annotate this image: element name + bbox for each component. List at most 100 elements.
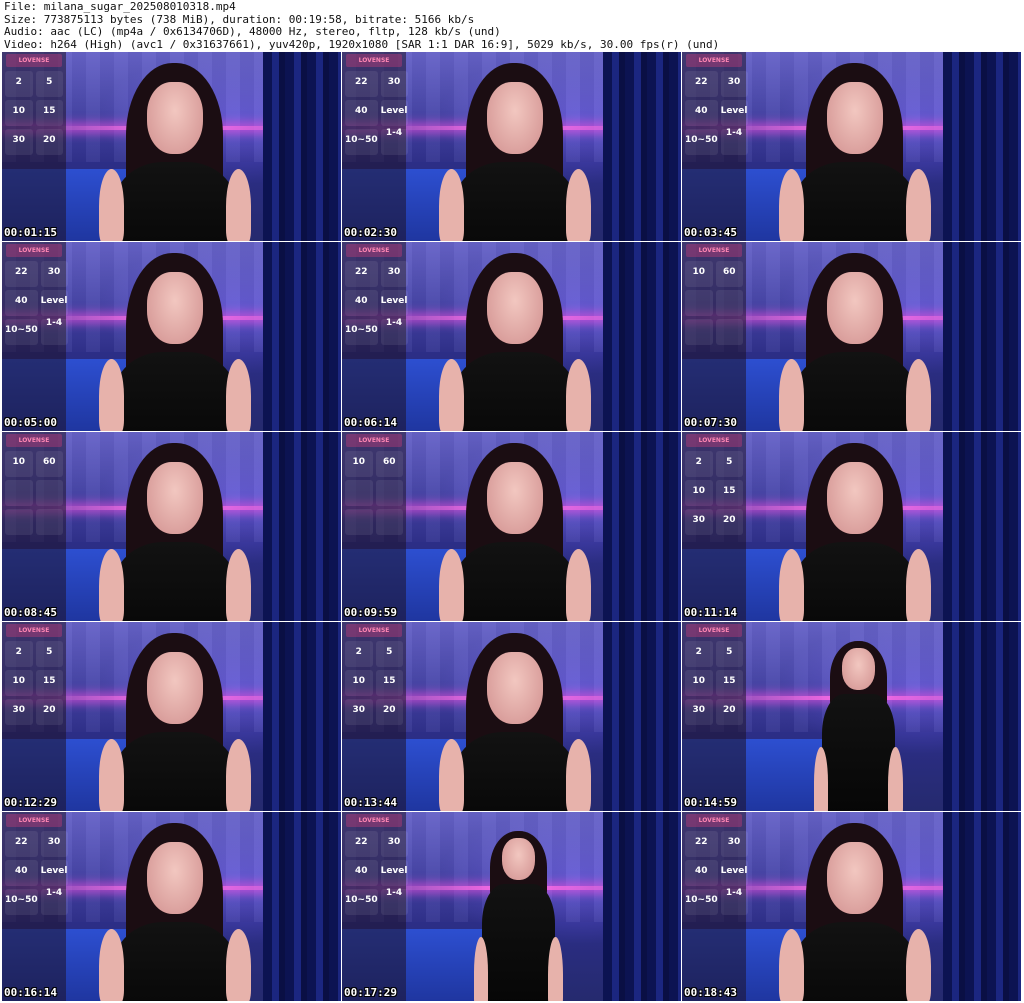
tip-tile: 22 bbox=[5, 831, 38, 857]
tip-tile: 20 bbox=[715, 699, 743, 725]
file-info-header: File: milana_sugar_202508010318.mp4 Size:… bbox=[4, 0, 1020, 51]
tip-menu-overlay: LOVENSE 22 30 40 Level 1-4 10~50 bbox=[682, 812, 748, 1001]
video-thumbnail[interactable]: LOVENSE 22 30 40 Level 1-4 10~50 00:17:29 bbox=[342, 812, 681, 1001]
tip-tile: 30 bbox=[40, 831, 68, 857]
tip-tile: 20 bbox=[715, 509, 743, 535]
tip-tile: 20 bbox=[35, 699, 63, 725]
overlay-brand: LOVENSE bbox=[6, 624, 62, 637]
thumbnail-timestamp: 00:11:14 bbox=[684, 606, 737, 619]
tip-tile bbox=[35, 509, 63, 535]
overlay-brand: LOVENSE bbox=[686, 434, 742, 447]
tip-tile: 30 bbox=[380, 831, 408, 857]
person-figure bbox=[98, 63, 251, 241]
overlay-brand: LOVENSE bbox=[346, 814, 402, 827]
tip-tile: 10 bbox=[345, 451, 373, 477]
tip-menu-overlay: LOVENSE 22 30 40 Level 1-4 10~50 bbox=[342, 52, 408, 241]
video-thumbnail[interactable]: LOVENSE 22 30 40 Level 1-4 10~50 00:06:14 bbox=[342, 242, 681, 431]
tip-tile: 30 bbox=[40, 261, 68, 287]
thumbnail-timestamp: 00:16:14 bbox=[4, 986, 57, 999]
video-thumbnail[interactable]: LOVENSE 22 30 40 Level 1-4 10~50 00:18:43 bbox=[682, 812, 1021, 1001]
thumbnail-timestamp: 00:06:14 bbox=[344, 416, 397, 429]
thumbnail-timestamp: 00:12:29 bbox=[4, 796, 57, 809]
video-info-line: Video: h264 (High) (avc1 / 0x31637661), … bbox=[4, 37, 720, 51]
tip-tile: 15 bbox=[715, 480, 743, 506]
tip-menu-overlay: LOVENSE 10 60 bbox=[682, 242, 746, 431]
video-thumbnail[interactable]: LOVENSE 10 60 00:07:30 bbox=[682, 242, 1021, 431]
tip-tile: 40 bbox=[685, 100, 718, 126]
video-thumbnail[interactable]: LOVENSE 22 30 40 Level 1-4 10~50 00:03:45 bbox=[682, 52, 1021, 241]
thumbnail-timestamp: 00:09:59 bbox=[344, 606, 397, 619]
thumbnail-timestamp: 00:05:00 bbox=[4, 416, 57, 429]
video-thumbnail[interactable]: LOVENSE 2 5 10 15 30 20 00:13:44 bbox=[342, 622, 681, 811]
tip-tile: 30 bbox=[685, 699, 713, 725]
tip-tile: 15 bbox=[715, 670, 743, 696]
tip-menu-overlay: LOVENSE 2 5 10 15 30 20 bbox=[682, 432, 746, 621]
file-name-line: File: milana_sugar_202508010318.mp4 bbox=[4, 0, 236, 13]
tip-tile: 30 bbox=[380, 261, 408, 287]
tip-tile: 2 bbox=[5, 71, 33, 97]
video-thumbnail[interactable]: LOVENSE 10 60 00:08:45 bbox=[2, 432, 341, 621]
video-thumbnail[interactable]: LOVENSE 10 60 00:09:59 bbox=[342, 432, 681, 621]
thumbnail-timestamp: 00:13:44 bbox=[344, 796, 397, 809]
overlay-brand: LOVENSE bbox=[6, 434, 62, 447]
tip-tile bbox=[345, 480, 373, 506]
tip-tile: 2 bbox=[345, 641, 373, 667]
overlay-brand: LOVENSE bbox=[346, 54, 402, 67]
tip-tile: 40 bbox=[345, 290, 378, 316]
video-thumbnail[interactable]: LOVENSE 2 5 10 15 30 20 00:14:59 bbox=[682, 622, 1021, 811]
overlay-brand: LOVENSE bbox=[6, 814, 62, 827]
tip-tile: 5 bbox=[35, 641, 63, 667]
tip-tile: 10 bbox=[685, 670, 713, 696]
tip-menu-overlay: LOVENSE 22 30 40 Level 1-4 10~50 bbox=[342, 242, 408, 431]
video-thumbnail[interactable]: LOVENSE 22 30 40 Level 1-4 10~50 00:05:00 bbox=[2, 242, 341, 431]
thumbnail-timestamp: 00:18:43 bbox=[684, 986, 737, 999]
person-figure bbox=[438, 63, 591, 241]
tip-tile: Level 1-4 bbox=[380, 290, 408, 328]
tip-tile: 10~50 bbox=[5, 889, 38, 915]
tip-tile bbox=[375, 480, 403, 506]
tip-tile bbox=[685, 290, 713, 316]
thumbnail-grid: LOVENSE 2 5 10 15 30 20 00:01:15 LOVENSE 22 30 40 L… bbox=[2, 52, 1022, 1002]
video-thumbnail[interactable]: LOVENSE 2 5 10 15 30 20 00:11:14 bbox=[682, 432, 1021, 621]
tip-tile: Level 1-4 bbox=[720, 860, 748, 898]
person-figure bbox=[98, 253, 251, 431]
video-thumbnail[interactable]: LOVENSE 2 5 10 15 30 20 00:01:15 bbox=[2, 52, 341, 241]
overlay-brand: LOVENSE bbox=[686, 244, 742, 257]
person-figure bbox=[98, 633, 251, 811]
tip-tile: 10~50 bbox=[685, 889, 718, 915]
tip-tile: 30 bbox=[720, 831, 748, 857]
tip-tile: 15 bbox=[35, 670, 63, 696]
tip-tile: 10~50 bbox=[5, 319, 38, 345]
person-figure bbox=[98, 823, 251, 1001]
tip-tile: 30 bbox=[5, 699, 33, 725]
tip-tile: 10 bbox=[5, 451, 33, 477]
tip-menu-overlay: LOVENSE 10 60 bbox=[2, 432, 66, 621]
tip-tile: 40 bbox=[685, 860, 718, 886]
person-figure bbox=[438, 253, 591, 431]
person-figure bbox=[778, 63, 931, 241]
tip-tile: 60 bbox=[715, 261, 743, 287]
video-thumbnail[interactable]: LOVENSE 2 5 10 15 30 20 00:12:29 bbox=[2, 622, 341, 811]
tip-tile: 22 bbox=[345, 831, 378, 857]
tip-tile: 10~50 bbox=[345, 129, 378, 155]
tip-menu-overlay: LOVENSE 22 30 40 Level 1-4 10~50 bbox=[682, 52, 748, 241]
tip-tile: Level 1-4 bbox=[380, 860, 408, 898]
video-thumbnail[interactable]: LOVENSE 22 30 40 Level 1-4 10~50 00:16:14 bbox=[2, 812, 341, 1001]
tip-tile: 2 bbox=[685, 451, 713, 477]
tip-tile: 40 bbox=[5, 290, 38, 316]
tip-tile bbox=[345, 509, 373, 535]
tip-tile: 10 bbox=[685, 480, 713, 506]
tip-tile: 30 bbox=[5, 129, 33, 155]
tip-tile bbox=[720, 889, 748, 915]
tip-tile: 22 bbox=[5, 261, 38, 287]
video-thumbnail[interactable]: LOVENSE 22 30 40 Level 1-4 10~50 00:02:30 bbox=[342, 52, 681, 241]
overlay-brand: LOVENSE bbox=[686, 814, 742, 827]
overlay-brand: LOVENSE bbox=[6, 54, 62, 67]
tip-tile: 20 bbox=[35, 129, 63, 155]
person-figure bbox=[778, 253, 931, 431]
thumbnail-timestamp: 00:01:15 bbox=[4, 226, 57, 239]
tip-tile: 2 bbox=[685, 641, 713, 667]
person-figure bbox=[813, 640, 904, 811]
tip-tile: 10~50 bbox=[685, 129, 718, 155]
tip-tile: 22 bbox=[345, 71, 378, 97]
